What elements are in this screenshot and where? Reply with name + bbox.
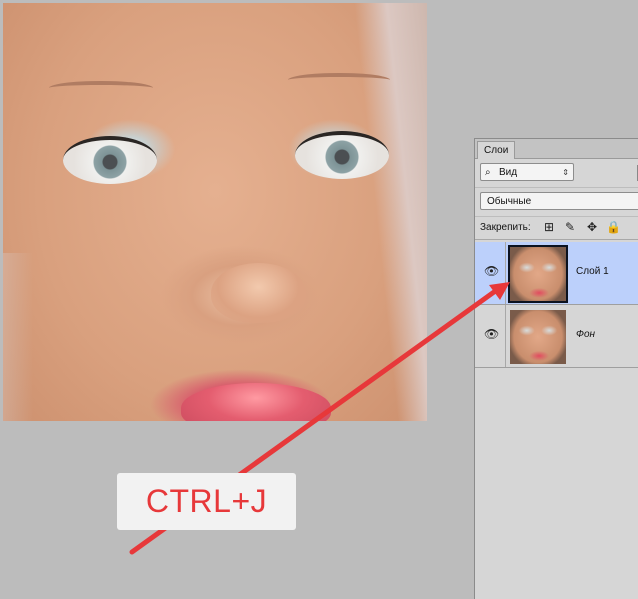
eye-left	[63, 136, 157, 184]
canvas-photo	[3, 3, 427, 421]
search-icon: ⌕	[485, 167, 491, 178]
divider	[505, 242, 506, 304]
lock-all-icon[interactable]: 🔒	[606, 220, 621, 234]
divider	[505, 305, 506, 367]
tab-layers[interactable]: Слои	[477, 141, 516, 159]
lock-transparent-pixels-icon[interactable]: ⊞	[542, 220, 556, 234]
nose	[211, 263, 306, 323]
eye-icon[interactable]: 👁	[484, 265, 499, 277]
filter-kind-value: Вид	[499, 167, 518, 178]
lock-row: Закрепить: ⊞ ✎ ✥ 🔒	[475, 217, 638, 240]
eye-icon[interactable]: 👁	[484, 328, 499, 340]
blend-mode-select[interactable]: Обычные	[480, 192, 638, 210]
brow-left	[49, 81, 153, 95]
layer-name[interactable]: Фон	[576, 329, 595, 340]
panel-tab-bar: Слои	[475, 139, 638, 159]
brow-right	[288, 73, 390, 87]
layers-panel: Слои ⌕ Вид ⇕ Обычные Закрепить: ⊞ ✎ ✥ 🔒 …	[474, 138, 638, 599]
layer-thumbnail[interactable]	[510, 310, 566, 364]
layer-thumbnail[interactable]	[508, 245, 568, 303]
shortcut-label: CTRL+J	[117, 473, 296, 530]
eye-right	[295, 131, 389, 179]
blend-row: Обычные	[475, 188, 638, 217]
layer-row-layer1[interactable]: 👁 Слой 1	[475, 242, 638, 305]
filter-row: ⌕ Вид ⇕	[475, 159, 638, 188]
shortcut-text: CTRL+J	[145, 483, 268, 519]
layer-name[interactable]: Слой 1	[576, 266, 609, 277]
lock-position-icon[interactable]: ✥	[585, 220, 599, 234]
lock-image-pixels-icon[interactable]: ✎	[563, 220, 577, 234]
lips	[181, 383, 331, 421]
hair-right	[352, 3, 427, 421]
layer-row-background[interactable]: 👁 Фон	[475, 305, 638, 368]
lock-label: Закрепить:	[480, 222, 531, 233]
hair-left	[3, 253, 33, 421]
stepper-icon: ⇕	[562, 168, 569, 177]
filter-kind-select[interactable]: ⌕ Вид ⇕	[480, 163, 574, 181]
